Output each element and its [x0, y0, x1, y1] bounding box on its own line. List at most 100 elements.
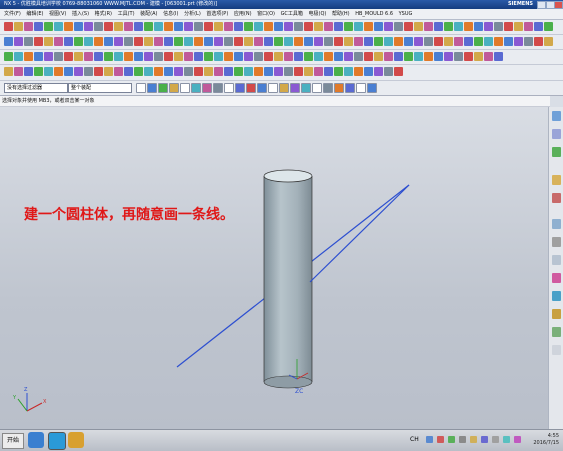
toolbar-2-tool-icon[interactable] — [514, 37, 523, 46]
toolbar-3-tool-icon[interactable] — [104, 52, 113, 61]
toolbar-3-tool-icon[interactable] — [184, 52, 193, 61]
toolbar-3-tool-icon[interactable] — [454, 52, 463, 61]
toolbar-4-tool-icon[interactable] — [284, 67, 293, 76]
web-browser-icon[interactable] — [552, 219, 561, 229]
toolbar-3-tool-icon[interactable] — [4, 52, 13, 61]
toolbar-4-tool-icon[interactable] — [214, 67, 223, 76]
process-studio-icon[interactable] — [552, 273, 561, 283]
toolbar-3-tool-icon[interactable] — [134, 52, 143, 61]
toolbar-2-tool-icon[interactable] — [164, 37, 173, 46]
toolbar-2-tool-icon[interactable] — [224, 37, 233, 46]
snap-point-icon[interactable] — [180, 83, 190, 93]
toolbar-4-tool-icon[interactable] — [244, 67, 253, 76]
hd3d-tools-icon[interactable] — [552, 193, 561, 203]
toolbar-2-tool-icon[interactable] — [334, 37, 343, 46]
toolbar-1-tool-icon[interactable] — [224, 22, 233, 31]
toolbar-3-tool-icon[interactable] — [384, 52, 393, 61]
toolbar-3-tool-icon[interactable] — [364, 52, 373, 61]
toolbar-3-tool-icon[interactable] — [194, 52, 203, 61]
toolbar-2-tool-icon[interactable] — [144, 37, 153, 46]
system-scenes-icon[interactable] — [552, 309, 561, 319]
toolbar-1-tool-icon[interactable] — [344, 22, 353, 31]
tray-icon-7[interactable] — [492, 436, 499, 443]
snap-point-icon[interactable] — [334, 83, 344, 93]
toolbar-4-tool-icon[interactable] — [344, 67, 353, 76]
toolbar-3-tool-icon[interactable] — [244, 52, 253, 61]
toolbar-4-tool-icon[interactable] — [274, 67, 283, 76]
toolbar-4-tool-icon[interactable] — [114, 67, 123, 76]
toolbar-3-tool-icon[interactable] — [414, 52, 423, 61]
toolbar-2-tool-icon[interactable] — [374, 37, 383, 46]
toolbar-2-tool-icon[interactable] — [394, 37, 403, 46]
menu-format[interactable]: 格式(R) — [95, 9, 112, 19]
toolbar-1-tool-icon[interactable] — [44, 22, 53, 31]
toolbar-2-tool-icon[interactable] — [474, 37, 483, 46]
toolbar-2-tool-icon[interactable] — [84, 37, 93, 46]
toolbar-2-tool-icon[interactable] — [134, 37, 143, 46]
toolbar-2-tool-icon[interactable] — [24, 37, 33, 46]
menu-help[interactable]: 帮助(H) — [332, 9, 350, 19]
toolbar-1-tool-icon[interactable] — [64, 22, 73, 31]
toolbar-4-tool-icon[interactable] — [204, 67, 213, 76]
toolbar-2-tool-icon[interactable] — [124, 37, 133, 46]
app-icon-1[interactable] — [28, 432, 44, 448]
toolbar-1-tool-icon[interactable] — [434, 22, 443, 31]
toolbar-1-tool-icon[interactable] — [424, 22, 433, 31]
snap-point-icon[interactable] — [356, 83, 366, 93]
toolbar-1-tool-icon[interactable] — [234, 22, 243, 31]
toolbar-1-tool-icon[interactable] — [374, 22, 383, 31]
toolbar-1-tool-icon[interactable] — [514, 22, 523, 31]
toolbar-2-tool-icon[interactable] — [404, 37, 413, 46]
menu-assembly[interactable]: 装配(A) — [140, 9, 157, 19]
toolbar-4-tool-icon[interactable] — [334, 67, 343, 76]
toolbar-3-tool-icon[interactable] — [14, 52, 23, 61]
toolbar-1-tool-icon[interactable] — [454, 22, 463, 31]
toolbar-2-tool-icon[interactable] — [464, 37, 473, 46]
toolbar-4-tool-icon[interactable] — [374, 67, 383, 76]
toolbar-3-tool-icon[interactable] — [144, 52, 153, 61]
system-materials-icon[interactable] — [552, 255, 561, 265]
toolbar-4-tool-icon[interactable] — [234, 67, 243, 76]
toolbar-3-tool-icon[interactable] — [404, 52, 413, 61]
toolbar-4-tool-icon[interactable] — [174, 67, 183, 76]
toolbar-4-tool-icon[interactable] — [324, 67, 333, 76]
language-indicator[interactable]: CH — [410, 436, 419, 443]
snap-point-icon[interactable] — [312, 83, 322, 93]
toolbar-4-tool-icon[interactable] — [124, 67, 133, 76]
toolbar-3-tool-icon[interactable] — [64, 52, 73, 61]
toolbar-1-tool-icon[interactable] — [254, 22, 263, 31]
toolbar-3-tool-icon[interactable] — [94, 52, 103, 61]
toolbar-4-tool-icon[interactable] — [264, 67, 273, 76]
toolbar-1-tool-icon[interactable] — [4, 22, 13, 31]
toolbar-2-tool-icon[interactable] — [314, 37, 323, 46]
toolbar-2-tool-icon[interactable] — [344, 37, 353, 46]
toolbar-2-tool-icon[interactable] — [34, 37, 43, 46]
snap-point-icon[interactable] — [323, 83, 333, 93]
toolbar-2-tool-icon[interactable] — [184, 37, 193, 46]
toolbar-3-tool-icon[interactable] — [324, 52, 333, 61]
menu-tools[interactable]: 工具(T) — [118, 9, 135, 19]
toolbar-3-tool-icon[interactable] — [224, 52, 233, 61]
toolbar-2-tool-icon[interactable] — [264, 37, 273, 46]
toolbar-1-tool-icon[interactable] — [194, 22, 203, 31]
toolbar-2-tool-icon[interactable] — [254, 37, 263, 46]
toolbar-3-tool-icon[interactable] — [44, 52, 53, 61]
toolbar-4-tool-icon[interactable] — [194, 67, 203, 76]
close-button[interactable] — [554, 1, 563, 9]
snap-point-icon[interactable] — [191, 83, 201, 93]
snap-point-icon[interactable] — [301, 83, 311, 93]
toolbar-4-tool-icon[interactable] — [384, 67, 393, 76]
toolbar-1-tool-icon[interactable] — [24, 22, 33, 31]
toolbar-1-tool-icon[interactable] — [544, 22, 553, 31]
tray-icon-4[interactable] — [459, 436, 466, 443]
toolbar-2-tool-icon[interactable] — [14, 37, 23, 46]
toolbar-4-tool-icon[interactable] — [24, 67, 33, 76]
toolbar-4-tool-icon[interactable] — [74, 67, 83, 76]
reuse-library-icon[interactable] — [552, 175, 561, 185]
toolbar-1-tool-icon[interactable] — [294, 22, 303, 31]
toolbar-2-tool-icon[interactable] — [414, 37, 423, 46]
toolbar-2-tool-icon[interactable] — [484, 37, 493, 46]
filter-dropdown[interactable]: 没有选择过滤器 — [4, 83, 68, 93]
toolbar-1-tool-icon[interactable] — [124, 22, 133, 31]
menu-view[interactable]: 视图(V) — [49, 9, 66, 19]
